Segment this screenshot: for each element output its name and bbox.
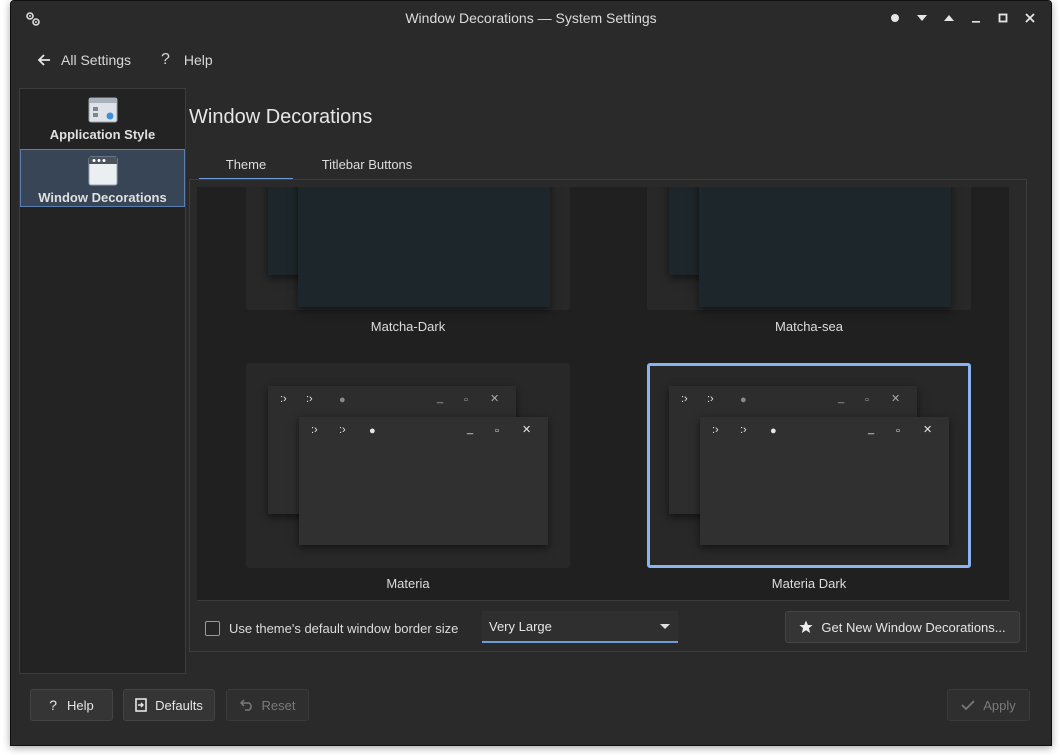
close-icon [1025, 13, 1035, 23]
defaults-button[interactable]: Defaults [123, 689, 215, 721]
minimize-button[interactable] [968, 10, 984, 26]
theme-card-matcha-sea[interactable] [647, 187, 971, 310]
maximize-icon [998, 13, 1008, 23]
preview-front-window: :› :› ● _ ▫ ✕ [299, 417, 548, 545]
sidebar-item-application-style[interactable]: Application Style [20, 91, 185, 149]
theme-name: Materia Dark [771, 576, 847, 591]
sidebar: Application Style Window Decorations [19, 88, 186, 674]
menu-icon: :› [712, 424, 719, 436]
question-mark-icon: ? [161, 51, 170, 68]
preview-front-window [699, 187, 951, 307]
dot-icon: ● [339, 394, 346, 406]
all-settings-button[interactable]: All Settings [37, 49, 131, 71]
minimize-icon: _ [868, 423, 875, 435]
undo-icon [239, 699, 252, 711]
theme-name: Matcha-Dark [370, 319, 446, 334]
star-icon [799, 620, 813, 633]
close-icon: ✕ [490, 393, 500, 405]
preview-front-window: :› :› ● _ ▫ ✕ [700, 417, 949, 545]
dot-icon: ● [770, 425, 777, 437]
dot-icon: ● [740, 394, 747, 406]
minimize-icon: _ [437, 392, 444, 404]
maximize-icon: ▫ [495, 425, 499, 437]
dropdown-arrow-icon [660, 624, 670, 629]
defaults-icon [135, 698, 147, 712]
title-bar[interactable]: Window Decorations — System Settings [11, 1, 1051, 36]
triangle-up-icon [944, 15, 954, 21]
close-icon: ✕ [923, 424, 933, 436]
default-border-size-label: Use theme's default window border size [229, 620, 459, 636]
maximize-icon: ▫ [896, 425, 900, 437]
minimize-icon: _ [838, 392, 845, 404]
theme-name: Matcha-sea [775, 319, 843, 334]
get-new-decorations-label: Get New Window Decorations... [821, 619, 1006, 635]
menu-icon: :› [280, 393, 287, 405]
dot-icon [891, 14, 899, 22]
theme-card-matcha-dark[interactable] [246, 187, 570, 310]
tab-theme[interactable]: Theme [199, 150, 293, 180]
default-border-size-option[interactable]: Use theme's default window border size [205, 617, 458, 639]
checkmark-icon [961, 700, 975, 711]
preview-titlebar: :› :› ● _ ▫ ✕ [700, 417, 949, 445]
help-button[interactable]: ? Help [161, 49, 213, 71]
preview-titlebar: :› :› ● _ ▫ ✕ [268, 386, 516, 414]
menu-icon: :› [740, 424, 747, 436]
keep-below-button[interactable] [914, 10, 930, 26]
arrow-left-icon [37, 54, 50, 66]
question-mark-icon: ? [49, 697, 58, 713]
minimize-icon [972, 21, 980, 23]
maximize-icon: ▫ [865, 394, 869, 406]
default-border-size-checkbox[interactable] [205, 620, 220, 636]
border-size-select[interactable]: Very Large [482, 611, 678, 643]
menu-icon: :› [339, 424, 346, 436]
defaults-label: Defaults [155, 697, 203, 713]
theme-card-materia[interactable]: :› :› ● _ ▫ ✕ :› :› ● _ ▫ ✕ [246, 363, 570, 568]
sidebar-item-window-decorations[interactable]: Window Decorations [20, 149, 185, 207]
reset-label: Reset [261, 697, 296, 713]
page-title: Window Decorations [189, 106, 373, 128]
apply-button[interactable]: Apply [947, 689, 1030, 721]
keep-above-button[interactable] [941, 10, 957, 26]
menu-icon: :› [681, 393, 688, 405]
get-new-decorations-button[interactable]: Get New Window Decorations... [785, 611, 1020, 643]
close-button[interactable] [1022, 10, 1038, 26]
border-size-value: Very Large [489, 618, 552, 634]
maximize-icon: ▫ [464, 394, 468, 406]
menu-icon: :› [306, 393, 313, 405]
tab-titlebar-buttons[interactable]: Titlebar Buttons [303, 150, 431, 178]
menu-icon: :› [311, 424, 318, 436]
theme-name: Materia [386, 576, 430, 591]
help-label: Help [67, 697, 94, 713]
footer-help-button[interactable]: ? Help [30, 689, 113, 721]
sidebar-item-label: Application Style [49, 127, 156, 142]
menu-icon: :› [707, 393, 714, 405]
window-decorations-icon [88, 156, 117, 186]
theme-card-materia-dark[interactable]: :› :› ● _ ▫ ✕ :› :› ● _ ▫ ✕ [647, 363, 971, 568]
sidebar-item-label: Window Decorations [38, 190, 167, 205]
dot-icon: ● [369, 425, 376, 437]
toolbar: All Settings ? Help [11, 39, 1051, 83]
maximize-button[interactable] [995, 10, 1011, 26]
theme-grid[interactable]: Matcha-Dark Matcha-sea :› :› ● _ ▫ ✕ :› … [197, 187, 1009, 601]
triangle-down-icon [917, 15, 927, 21]
minimize-icon: _ [467, 423, 474, 435]
apply-label: Apply [983, 697, 1016, 713]
all-settings-label: All Settings [61, 52, 132, 68]
close-icon: ✕ [891, 393, 901, 405]
close-icon: ✕ [522, 424, 532, 436]
application-style-icon [88, 97, 117, 123]
preview-front-window [298, 187, 550, 307]
help-label: Help [183, 52, 213, 68]
keep-on-all-desktops-button[interactable] [887, 10, 903, 26]
preview-titlebar: :› :› ● _ ▫ ✕ [669, 386, 917, 414]
preview-titlebar: :› :› ● _ ▫ ✕ [299, 417, 548, 445]
reset-button[interactable]: Reset [226, 689, 309, 721]
